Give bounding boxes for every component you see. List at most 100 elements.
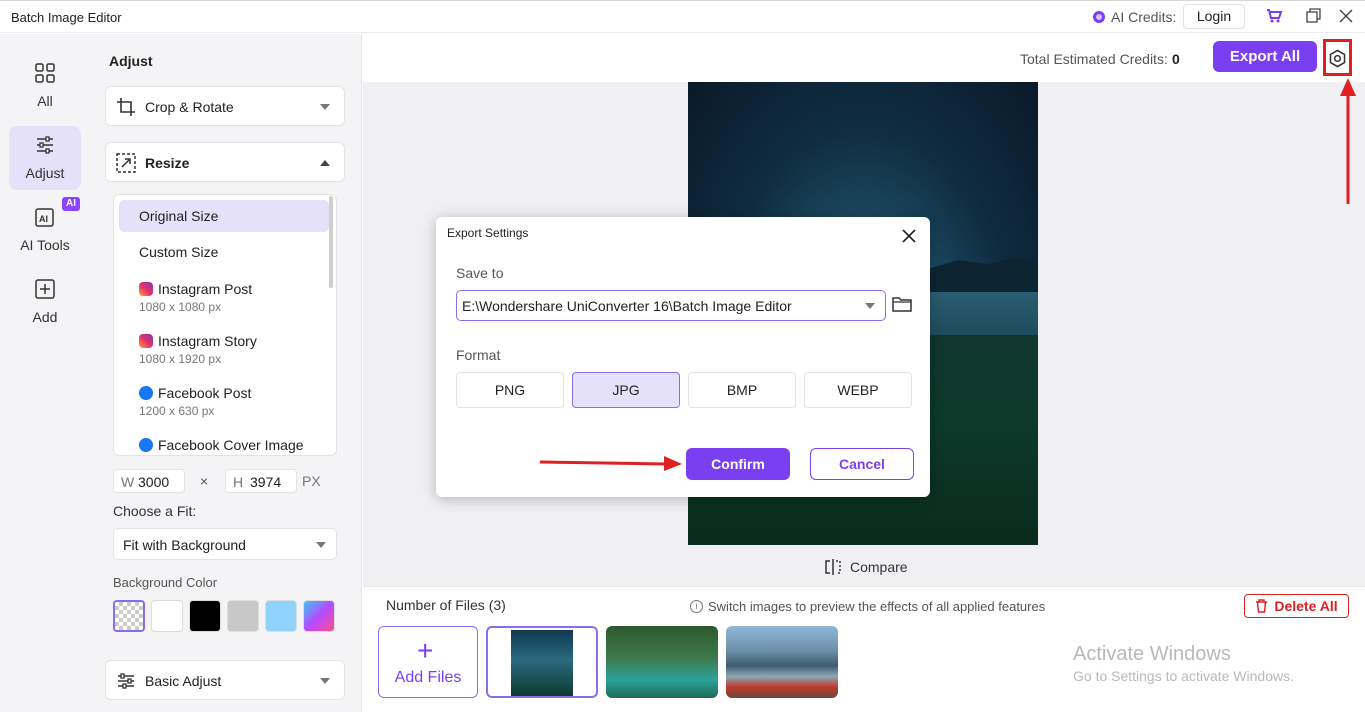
format-webp[interactable]: WEBP bbox=[804, 372, 912, 408]
delete-all-button[interactable]: Delete All bbox=[1244, 594, 1349, 618]
swatch-gray[interactable] bbox=[227, 600, 259, 632]
file-count: Number of Files (3) bbox=[386, 597, 506, 613]
size-option-label: Custom Size bbox=[139, 244, 219, 260]
preview-hint-text: Switch images to preview the effects of … bbox=[708, 599, 1046, 614]
nav-item-all[interactable]: All bbox=[9, 54, 81, 118]
grid-icon bbox=[35, 63, 55, 83]
export-all-button[interactable]: Export All bbox=[1213, 41, 1317, 72]
size-option-custom[interactable]: Custom Size bbox=[119, 238, 329, 260]
chevron-up-icon bbox=[320, 160, 330, 166]
crop-icon bbox=[117, 98, 135, 116]
height-input[interactable]: H 3974 bbox=[225, 469, 297, 493]
resize-icon bbox=[116, 153, 136, 173]
restore-icon[interactable] bbox=[1304, 6, 1324, 26]
instagram-icon bbox=[139, 334, 153, 348]
info-icon: i bbox=[690, 600, 703, 613]
swatch-black[interactable] bbox=[189, 600, 221, 632]
file-thumbnail-1[interactable] bbox=[486, 626, 598, 698]
add-files-button[interactable]: + Add Files bbox=[378, 626, 478, 698]
ai-credits: AI Credits: bbox=[1093, 9, 1176, 25]
ai-tools-icon: AI bbox=[35, 208, 54, 227]
size-option-label: Original Size bbox=[139, 208, 219, 224]
size-option-facebook-cover[interactable]: Facebook Cover Image bbox=[119, 431, 329, 453]
background-color-label: Background Color bbox=[113, 575, 218, 590]
basic-adjust-accordion[interactable]: Basic Adjust bbox=[105, 660, 345, 700]
swatch-transparent[interactable] bbox=[113, 600, 145, 632]
size-option-facebook-post[interactable]: Facebook Post 1200 x 630 px bbox=[119, 379, 329, 418]
size-option-instagram-story[interactable]: Instagram Story 1080 x 1920 px bbox=[119, 327, 329, 366]
size-list-scrollbar[interactable] bbox=[329, 196, 333, 288]
size-option-label: Facebook Cover Image bbox=[158, 437, 304, 453]
dialog-title: Export Settings bbox=[447, 226, 529, 240]
chevron-down-icon bbox=[320, 104, 330, 110]
panel-title: Adjust bbox=[109, 53, 153, 69]
size-option-dimensions: 1080 x 1080 px bbox=[139, 300, 222, 314]
thumbnail-image bbox=[511, 630, 573, 696]
file-thumbnail-2[interactable] bbox=[606, 626, 718, 698]
cart-icon[interactable] bbox=[1264, 6, 1284, 26]
size-option-label: Instagram Post bbox=[158, 281, 253, 297]
width-label: W bbox=[121, 474, 135, 490]
ai-credits-label: AI Credits: bbox=[1111, 9, 1177, 25]
format-png[interactable]: PNG bbox=[456, 372, 564, 408]
fit-select[interactable]: Fit with Background bbox=[113, 528, 337, 560]
chevron-down-icon bbox=[865, 303, 875, 309]
swatch-white[interactable] bbox=[151, 600, 183, 632]
plus-square-icon bbox=[35, 279, 55, 299]
size-option-label: Facebook Post bbox=[158, 385, 252, 401]
svg-text:AI: AI bbox=[39, 214, 48, 224]
plus-icon: + bbox=[417, 635, 434, 666]
activate-windows-title: Activate Windows bbox=[1073, 643, 1231, 665]
annotation-arrow-up bbox=[1340, 78, 1356, 204]
compare-toggle[interactable]: Compare bbox=[824, 558, 908, 576]
ai-badge: AI bbox=[62, 197, 80, 211]
nav-label-adjust: Adjust bbox=[25, 165, 65, 181]
nav-item-add[interactable]: Add bbox=[9, 270, 81, 334]
crop-rotate-label: Crop & Rotate bbox=[145, 99, 234, 115]
window-close-icon[interactable] bbox=[1336, 6, 1356, 26]
size-option-label: Instagram Story bbox=[158, 333, 257, 349]
compare-icon bbox=[825, 559, 841, 575]
add-files-label: Add Files bbox=[394, 669, 462, 686]
login-button[interactable]: Login bbox=[1183, 4, 1245, 29]
chevron-down-icon bbox=[320, 678, 330, 684]
swatch-gradient[interactable] bbox=[303, 600, 335, 632]
save-path-select[interactable]: E:\Wondershare UniConverter 16\Batch Ima… bbox=[456, 290, 886, 321]
nav-label-all: All bbox=[37, 93, 53, 109]
total-credits-value: 0 bbox=[1172, 51, 1180, 67]
nav-item-adjust[interactable]: Adjust bbox=[9, 126, 81, 190]
cancel-button[interactable]: Cancel bbox=[810, 448, 914, 480]
nav-label-add: Add bbox=[32, 309, 58, 325]
size-option-instagram-post[interactable]: Instagram Post 1080 x 1080 px bbox=[119, 275, 329, 314]
size-option-dimensions: 1200 x 630 px bbox=[139, 404, 215, 418]
format-jpg[interactable]: JPG bbox=[572, 372, 680, 408]
chevron-down-icon bbox=[316, 542, 326, 548]
save-to-label: Save to bbox=[456, 265, 504, 281]
swatch-light-blue[interactable] bbox=[265, 600, 297, 632]
sliders-icon bbox=[118, 673, 134, 689]
save-path-value: E:\Wondershare UniConverter 16\Batch Ima… bbox=[462, 298, 792, 314]
confirm-button[interactable]: Confirm bbox=[686, 448, 790, 480]
width-input[interactable]: W 3000 bbox=[113, 469, 185, 493]
trash-icon bbox=[1256, 599, 1268, 613]
format-label: Format bbox=[456, 347, 501, 363]
basic-adjust-label: Basic Adjust bbox=[145, 673, 222, 689]
format-bmp[interactable]: BMP bbox=[688, 372, 796, 408]
nav-label-ai-tools: AI Tools bbox=[20, 237, 70, 253]
dimension-unit: PX bbox=[302, 473, 321, 489]
facebook-icon bbox=[139, 438, 153, 452]
total-credits-label: Total Estimated Credits: bbox=[1020, 51, 1168, 67]
dimension-times: × bbox=[200, 473, 209, 489]
delete-all-label: Delete All bbox=[1274, 598, 1338, 614]
folder-icon[interactable] bbox=[892, 296, 912, 313]
crop-rotate-accordion[interactable]: Crop & Rotate bbox=[105, 86, 345, 126]
app-title: Batch Image Editor bbox=[11, 10, 122, 25]
file-thumbnail-3[interactable] bbox=[726, 626, 838, 698]
close-icon[interactable] bbox=[901, 228, 917, 244]
instagram-icon bbox=[139, 282, 153, 296]
size-list: Original Size Custom Size Instagram Post… bbox=[113, 194, 337, 456]
size-option-original[interactable]: Original Size bbox=[119, 200, 329, 232]
ai-credits-icon bbox=[1093, 11, 1105, 23]
resize-accordion[interactable]: Resize bbox=[105, 142, 345, 182]
resize-label: Resize bbox=[145, 155, 190, 171]
